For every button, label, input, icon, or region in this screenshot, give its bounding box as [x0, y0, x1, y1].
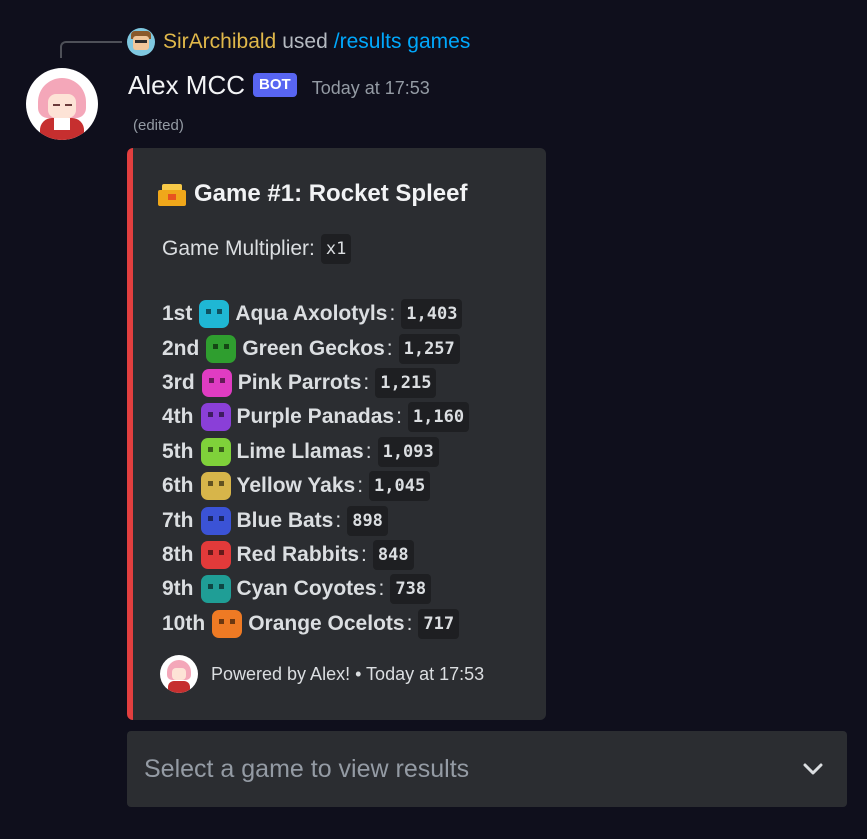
- bat-icon: [200, 506, 231, 535]
- rabbit-icon: [200, 540, 231, 569]
- team-score: 1,093: [377, 436, 439, 467]
- embed-title: Game #1: Rocket Spleef: [156, 180, 467, 208]
- team-score: 848: [372, 539, 414, 570]
- team-name: Aqua Axolotyls: [235, 302, 388, 326]
- ranking-row: 7th Blue Bats:898: [162, 503, 469, 537]
- gecko-icon: [206, 334, 237, 363]
- multiplier-label: Game Multiplier:: [162, 237, 315, 260]
- replied-user-avatar[interactable]: [127, 28, 155, 56]
- crown-icon: [156, 180, 188, 208]
- separator: :: [386, 336, 393, 360]
- parrot-icon: [201, 368, 232, 397]
- separator: :: [361, 542, 367, 566]
- separator: :: [378, 577, 385, 601]
- footer-text: Powered by Alex! • Today at 17:53: [211, 663, 485, 684]
- rank-label: 9th: [162, 577, 194, 601]
- rankings-list: 1st Aqua Axolotyls:1,403 2nd Green Geckos:1…: [162, 297, 470, 641]
- rank-label: 8th: [162, 542, 194, 566]
- team-score: 738: [390, 574, 432, 605]
- rank-label: 10th: [162, 611, 206, 635]
- team-score: 1,403: [401, 299, 463, 330]
- reply-reference[interactable]: SirArchibald used /results games: [127, 28, 470, 56]
- bot-tag: BOT: [253, 73, 297, 97]
- ocelot-icon: [212, 609, 243, 638]
- multiplier-value: x1: [320, 234, 352, 264]
- separator: :: [389, 302, 396, 326]
- embed-footer: Powered by Alex! • Today at 17:53: [160, 655, 484, 693]
- game-multiplier: Game Multiplier: x1: [162, 234, 352, 264]
- ranking-row: 4th Purple Panadas:1,160: [162, 400, 470, 434]
- reply-connector: [60, 41, 122, 58]
- footer-avatar: [160, 655, 198, 693]
- separator: :: [396, 405, 402, 429]
- separator: :: [363, 370, 370, 394]
- ranking-row: 6th Yellow Yaks:1,045: [162, 469, 469, 503]
- game-select-dropdown[interactable]: Select a game to view results: [127, 731, 847, 807]
- separator: :: [357, 474, 364, 498]
- rank-label: 6th: [162, 474, 194, 498]
- panda-icon: [200, 403, 231, 432]
- embed-title-text: Game #1: Rocket Spleef: [194, 180, 468, 207]
- ranking-row: 10th Orange Ocelots:717: [162, 607, 469, 641]
- ranking-row: 3rd Pink Parrots:1,215: [162, 366, 469, 400]
- ranking-row: 2nd Green Geckos:1,257: [162, 331, 469, 365]
- rank-label: 4th: [162, 405, 194, 429]
- yak-icon: [200, 472, 231, 501]
- message-header: Alex MCC BOT Today at 17:53: [128, 68, 430, 102]
- message-timestamp[interactable]: Today at 17:53: [312, 78, 430, 99]
- team-name: Purple Panadas: [236, 405, 395, 429]
- team-name: Lime Llamas: [236, 439, 364, 463]
- rank-label: 1st: [162, 302, 193, 326]
- team-name: Cyan Coyotes: [236, 577, 377, 601]
- axolotl-icon: [199, 300, 230, 329]
- team-name: Red Rabbits: [236, 542, 360, 566]
- separator: :: [406, 611, 413, 635]
- select-placeholder: Select a game to view results: [144, 754, 470, 783]
- team-name: Green Geckos: [242, 336, 385, 360]
- separator: :: [365, 439, 372, 463]
- coyote-icon: [200, 575, 231, 604]
- team-name: Orange Ocelots: [248, 611, 405, 635]
- rank-label: 2nd: [162, 336, 200, 360]
- edited-label: (edited): [133, 117, 184, 134]
- team-score: 898: [347, 505, 388, 536]
- ranking-row: 5th Lime Llamas:1,093: [162, 435, 469, 469]
- team-score: 1,160: [407, 402, 470, 433]
- llama-icon: [200, 437, 231, 466]
- team-score: 1,215: [375, 367, 437, 398]
- author-avatar[interactable]: [26, 68, 98, 140]
- results-embed: Game #1: Rocket Spleef Game Multiplier: …: [127, 148, 546, 720]
- separator: :: [335, 508, 342, 532]
- chevron-down-icon[interactable]: [803, 762, 823, 776]
- team-name: Blue Bats: [236, 508, 334, 532]
- team-score: 1,045: [369, 471, 431, 502]
- team-name: Yellow Yaks: [236, 474, 356, 498]
- author-name[interactable]: Alex MCC: [128, 70, 245, 101]
- ranking-row: 1st Aqua Axolotyls:1,403: [162, 297, 469, 331]
- slash-command-link[interactable]: /results games: [334, 30, 471, 54]
- rank-label: 5th: [162, 439, 194, 463]
- ranking-row: 8th Red Rabbits:848: [162, 538, 469, 572]
- replied-username[interactable]: SirArchibald: [163, 30, 276, 54]
- team-name: Pink Parrots: [237, 370, 362, 394]
- rank-label: 7th: [162, 508, 194, 532]
- reply-used-text: used: [282, 30, 328, 53]
- rank-label: 3rd: [162, 370, 195, 394]
- team-score: 1,257: [398, 333, 460, 364]
- team-score: 717: [418, 608, 460, 639]
- ranking-row: 9th Cyan Coyotes:738: [162, 572, 469, 606]
